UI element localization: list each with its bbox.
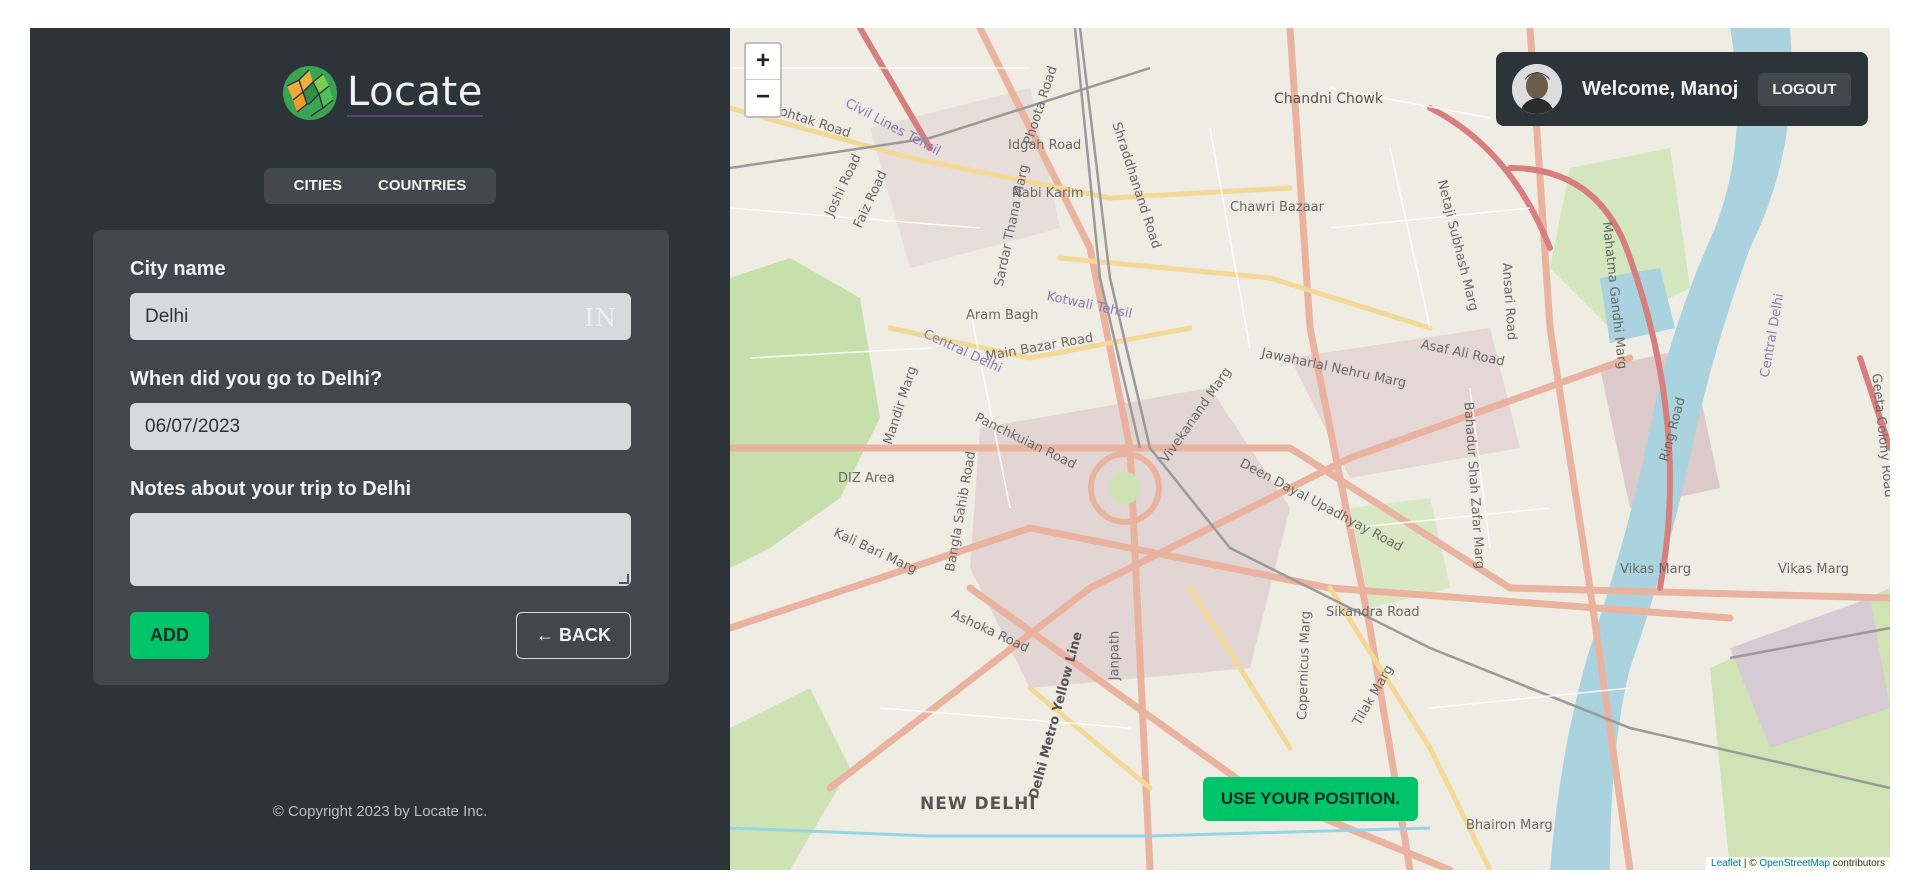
leaflet-link[interactable]: Leaflet: [1711, 858, 1741, 869]
map-label-vikas-marg: Vikas Marg: [1620, 562, 1691, 577]
map-label-diz-area: DIZ Area: [838, 471, 895, 486]
back-button[interactable]: ← BACK: [516, 612, 631, 659]
copyright-footer: © Copyright 2023 by Locate Inc.: [272, 803, 488, 820]
map-label-new-delhi: NEW DELHI: [920, 794, 1037, 814]
date-input[interactable]: 06/07/2023: [130, 403, 631, 450]
tab-cities[interactable]: CITIES: [276, 168, 360, 204]
avatar: [1512, 64, 1562, 114]
tab-countries[interactable]: COUNTRIES: [360, 168, 484, 204]
attribution-separator: | ©: [1741, 858, 1760, 869]
globe-logo-icon: [283, 66, 337, 120]
add-button[interactable]: ADD: [130, 612, 209, 659]
zoom-in-button[interactable]: +: [746, 44, 780, 80]
logo[interactable]: Locate: [281, 64, 483, 122]
zoom-out-button[interactable]: −: [746, 80, 780, 116]
logout-button[interactable]: LOGOUT: [1758, 72, 1851, 106]
use-position-button[interactable]: USE YOUR POSITION.: [1203, 777, 1418, 821]
map-label-chawri-bazaar: Chawri Bazaar: [1230, 200, 1324, 215]
country-code-flag: IN: [584, 304, 617, 332]
map-label-vikas-marg-2: Vikas Marg: [1778, 562, 1849, 577]
notes-textarea[interactable]: [130, 513, 631, 586]
map-label-bhairon-marg: Bhairon Marg: [1466, 818, 1553, 833]
attribution-tail: contributors: [1829, 858, 1885, 869]
resize-handle-icon[interactable]: [619, 574, 629, 584]
app-root: Locate CITIES COUNTRIES City name Delhi …: [30, 28, 1890, 870]
welcome-text: Welcome, Manoj: [1582, 77, 1739, 100]
map-label-aram-bagh: Aram Bagh: [966, 308, 1039, 323]
osm-link[interactable]: OpenStreetMap: [1759, 858, 1830, 869]
app-name: Locate: [347, 69, 483, 117]
city-name-value: Delhi: [145, 305, 189, 327]
add-city-form: City name Delhi IN When did you go to De…: [93, 230, 669, 685]
city-name-label: City name: [130, 258, 226, 280]
map[interactable]: Chandni Chowk Idgah Road Nabi Karim Chaw…: [730, 28, 1890, 870]
map-tiles: [730, 28, 1890, 870]
date-label: When did you go to Delhi?: [130, 368, 383, 390]
city-name-input[interactable]: Delhi IN: [130, 293, 631, 340]
notes-label: Notes about your trip to Delhi: [130, 478, 412, 500]
map-attribution: Leaflet | © OpenStreetMap contributors: [1706, 857, 1890, 870]
tab-bar: CITIES COUNTRIES: [264, 168, 496, 204]
map-label-chandni-chowk: Chandni Chowk: [1274, 91, 1383, 107]
map-label-sikandra-road: Sikandra Road: [1326, 605, 1420, 620]
sidebar: Locate CITIES COUNTRIES City name Delhi …: [30, 28, 730, 870]
map-label-janpath: Janpath: [1107, 630, 1123, 681]
map-label-idgah-road: Idgah Road: [1008, 138, 1082, 153]
date-value: 06/07/2023: [145, 415, 241, 437]
user-photo-icon: [1512, 64, 1562, 114]
zoom-control: + −: [744, 42, 782, 118]
user-panel: Welcome, Manoj LOGOUT: [1496, 52, 1868, 126]
